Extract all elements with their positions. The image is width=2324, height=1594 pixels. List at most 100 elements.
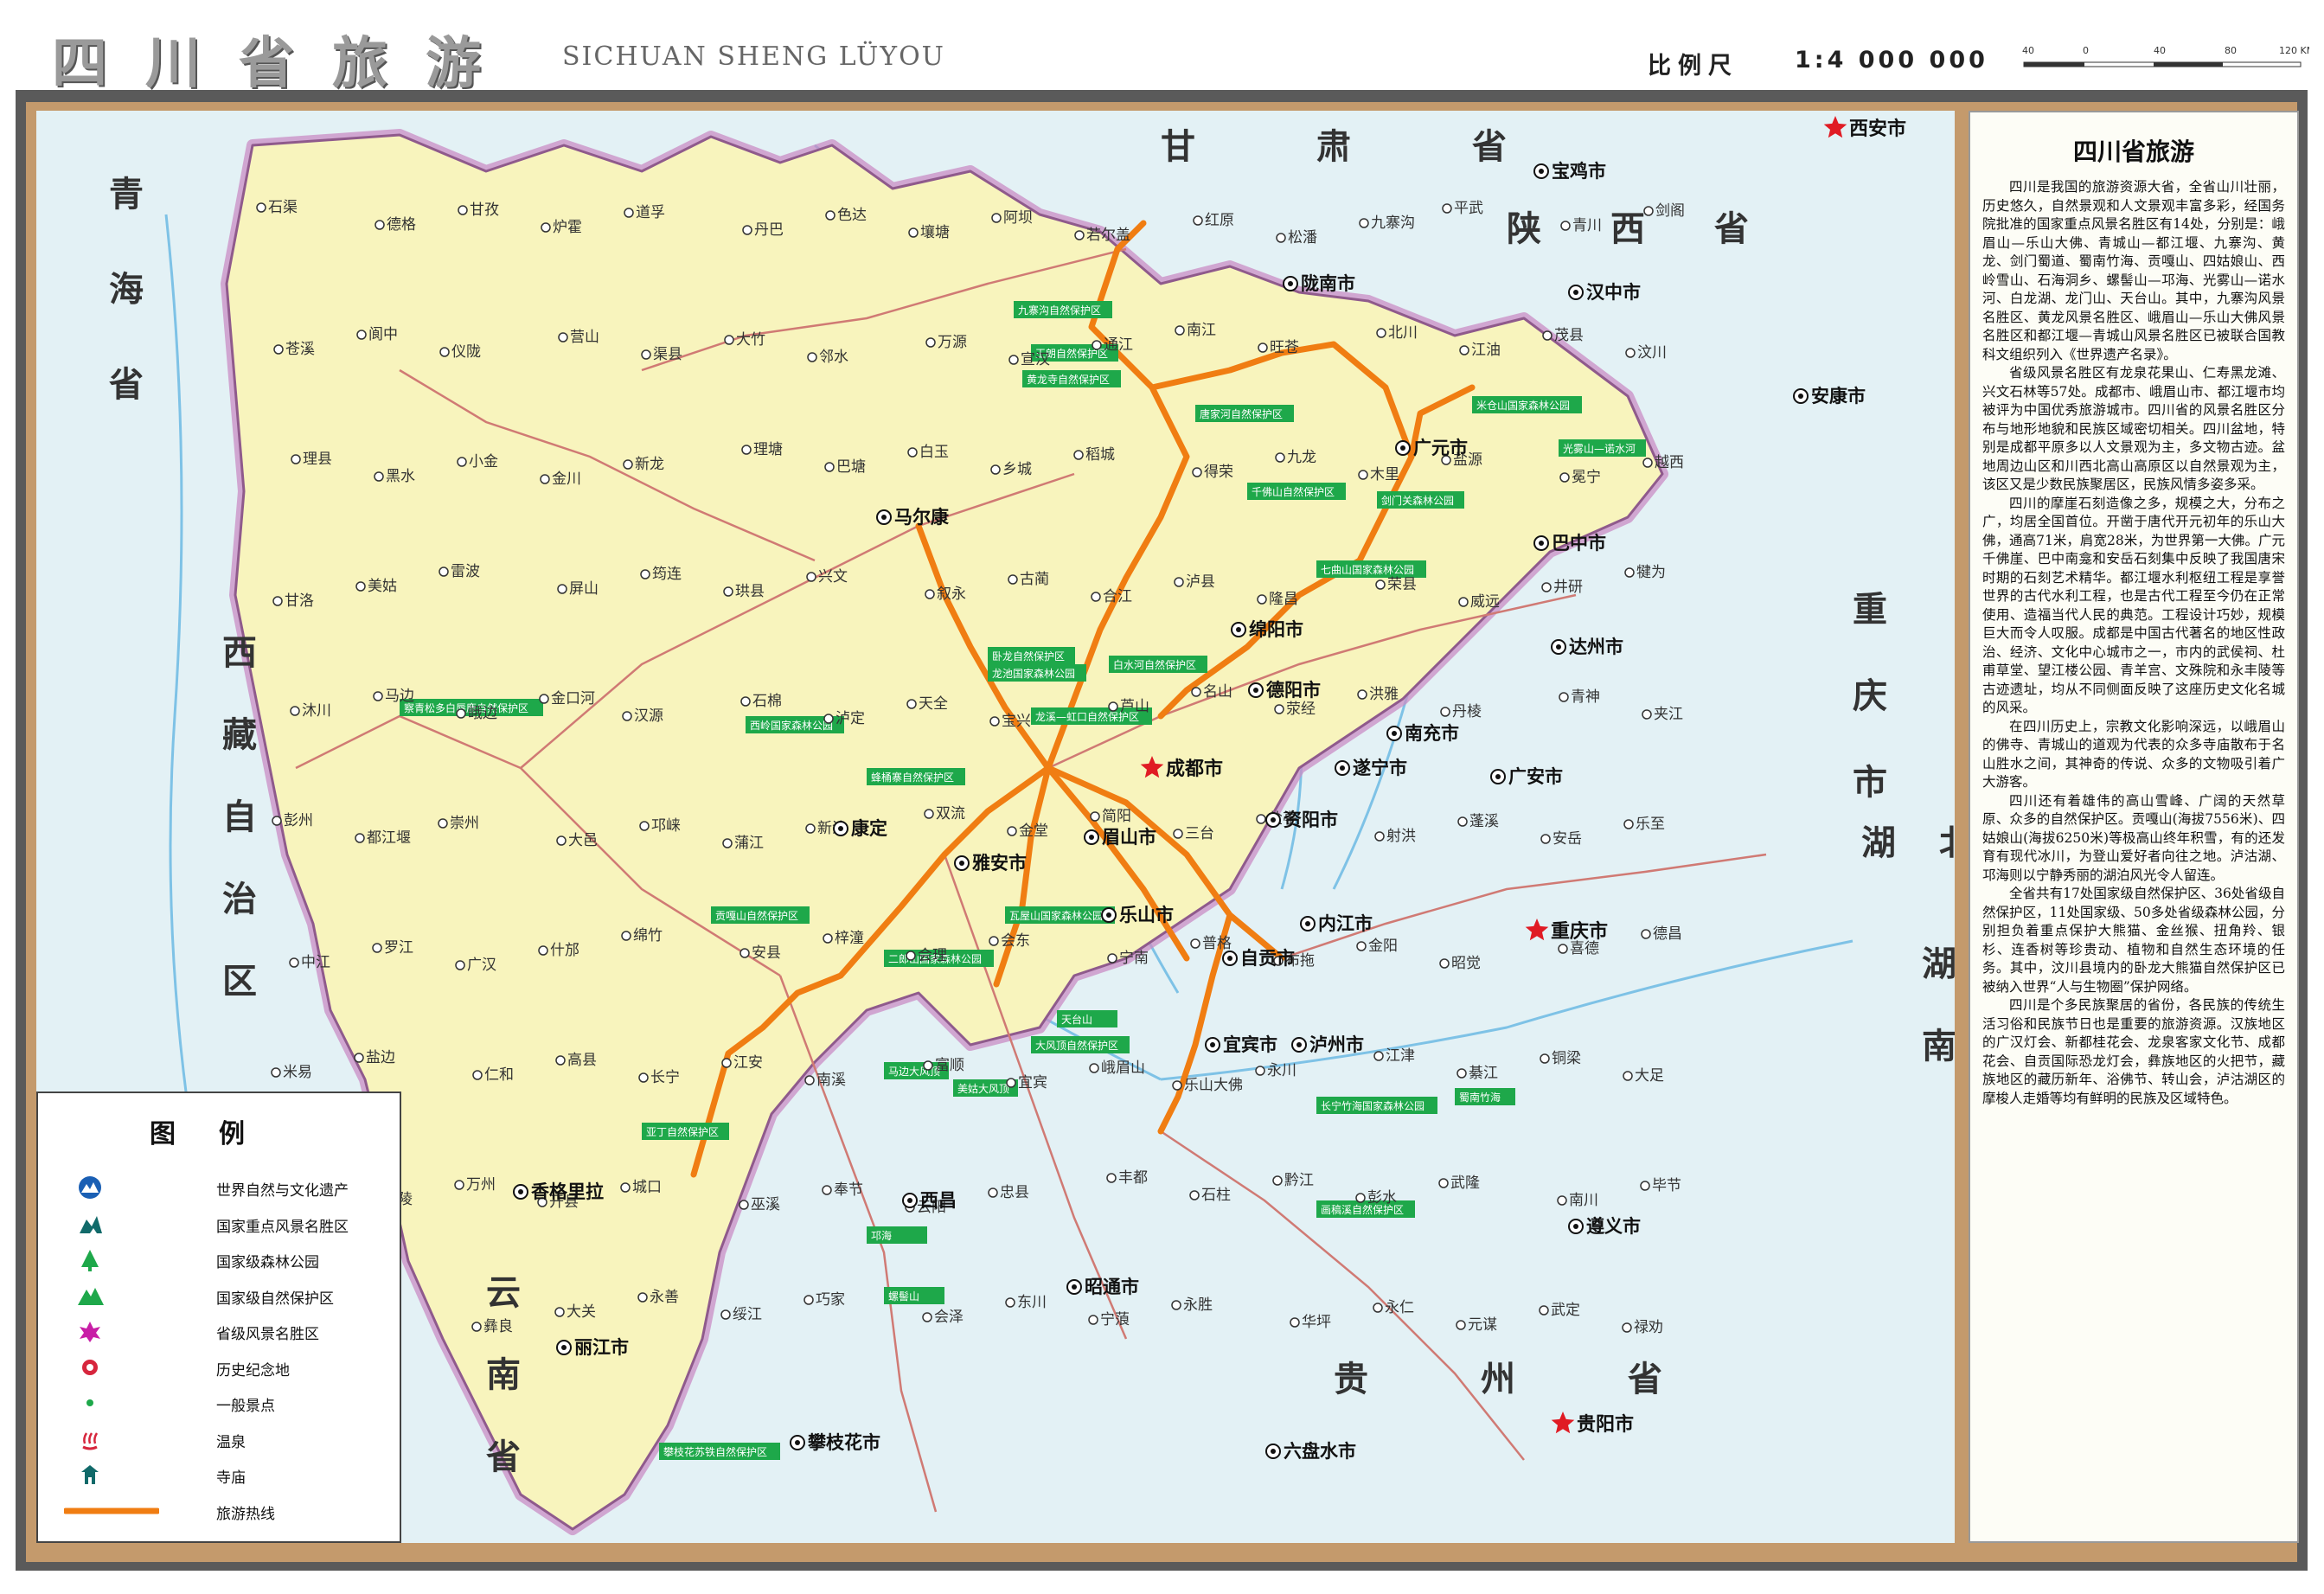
reserve-label[interactable]: 黄龙寺自然保护区 (1027, 373, 1110, 386)
place-label[interactable]: 江津 (1386, 1047, 1415, 1065)
city-label[interactable]: 安康市 (1811, 386, 1866, 407)
reserve-label[interactable]: 长宁竹海国家森林公园 (1321, 1099, 1424, 1112)
place-label[interactable]: 安县 (752, 944, 781, 962)
city-label[interactable]: 丽江市 (574, 1337, 629, 1358)
place-label[interactable]: 北川 (1388, 324, 1418, 342)
place-label[interactable]: 绵竹 (633, 927, 663, 944)
place-label[interactable]: 巧家 (816, 1291, 845, 1309)
place-label[interactable]: 什邡 (550, 942, 579, 959)
place-label[interactable]: 三台 (1185, 825, 1214, 842)
place-label[interactable]: 荥经 (1286, 701, 1316, 718)
place-label[interactable]: 名山 (1203, 683, 1232, 701)
place-label[interactable]: 彝良 (483, 1318, 513, 1335)
reserve-label[interactable]: 美姑大风顶 (957, 1083, 1009, 1095)
city-label[interactable]: 广元市 (1413, 438, 1468, 458)
place-label[interactable]: 元谋 (1468, 1316, 1497, 1334)
place-label[interactable]: 南江 (1187, 322, 1216, 339)
place-label[interactable]: 冕宁 (1572, 469, 1601, 486)
place-label[interactable]: 石渠 (268, 199, 298, 216)
place-label[interactable]: 綦江 (1469, 1065, 1498, 1082)
place-label[interactable]: 金堂 (1019, 823, 1048, 840)
place-label[interactable]: 宝兴 (1002, 713, 1031, 730)
place-label[interactable]: 平武 (1454, 200, 1483, 217)
place-label[interactable]: 永川 (1267, 1062, 1296, 1079)
place-label[interactable]: 丹巴 (754, 221, 784, 239)
place-label[interactable]: 青川 (1572, 217, 1602, 234)
place-label[interactable]: 蒲江 (734, 835, 764, 852)
place-label[interactable]: 道孚 (636, 204, 665, 221)
place-label[interactable]: 铜梁 (1552, 1050, 1581, 1067)
place-label[interactable]: 甘孜 (470, 202, 499, 219)
place-label[interactable]: 昭觉 (1451, 955, 1481, 972)
place-label[interactable]: 南川 (1569, 1192, 1598, 1209)
place-label[interactable]: 剑阁 (1655, 202, 1685, 220)
city-label[interactable]: 宜宾市 (1223, 1034, 1277, 1055)
place-label[interactable]: 壤塘 (920, 223, 950, 241)
city-label[interactable]: 绵阳市 (1249, 619, 1303, 640)
place-label[interactable]: 丹棱 (1452, 703, 1482, 720)
place-label[interactable]: 黔江 (1284, 1172, 1314, 1189)
place-label[interactable]: 梓潼 (835, 930, 864, 947)
city-label[interactable]: 资阳市 (1284, 810, 1338, 830)
city-label[interactable]: 西昌 (920, 1190, 957, 1211)
reserve-label[interactable]: 七曲山国家森林公园 (1321, 563, 1414, 576)
place-label[interactable]: 江安 (733, 1054, 763, 1072)
city-label[interactable]: 巴中市 (1552, 533, 1606, 554)
city-label[interactable]: 昭通市 (1085, 1277, 1139, 1297)
reserve-label[interactable]: 攀枝花苏铁自然保护区 (663, 1445, 767, 1458)
place-label[interactable]: 筠连 (652, 566, 682, 583)
place-label[interactable]: 会东 (1001, 932, 1030, 950)
place-label[interactable]: 珙县 (735, 583, 765, 600)
city-label[interactable]: 宝鸡市 (1552, 161, 1606, 182)
city-label[interactable]: 香格里拉 (531, 1181, 604, 1202)
place-label[interactable]: 马边 (385, 688, 414, 705)
reserve-label[interactable]: 剑门关森林公园 (1381, 494, 1454, 507)
place-label[interactable]: 巴塘 (836, 458, 866, 476)
place-label[interactable]: 叙永 (937, 586, 966, 603)
city-label[interactable]: 陇南市 (1301, 273, 1355, 294)
place-label[interactable]: 宁南 (1119, 950, 1149, 967)
place-label[interactable]: 永仁 (1385, 1299, 1414, 1316)
place-label[interactable]: 永善 (650, 1289, 679, 1306)
place-label[interactable]: 万源 (938, 334, 967, 351)
place-label[interactable]: 中江 (301, 954, 330, 971)
place-label[interactable]: 美姑 (368, 578, 397, 595)
reserve-label[interactable]: 察青松多白唇鹿自然保护区 (404, 701, 528, 714)
place-label[interactable]: 射洪 (1386, 828, 1416, 845)
place-label[interactable]: 犍为 (1636, 564, 1666, 581)
place-label[interactable]: 双流 (936, 805, 965, 823)
place-label[interactable]: 永胜 (1183, 1296, 1213, 1314)
place-label[interactable]: 富顺 (935, 1057, 964, 1074)
place-label[interactable]: 兴文 (818, 568, 848, 586)
capital-label[interactable]: 成都市 (1166, 758, 1223, 780)
place-label[interactable]: 安岳 (1553, 830, 1582, 848)
place-label[interactable]: 阿坝 (1003, 209, 1033, 227)
reserve-label[interactable]: 千佛山自然保护区 (1252, 485, 1335, 498)
place-label[interactable]: 稻城 (1085, 446, 1115, 464)
capital-label[interactable]: 重庆市 (1551, 920, 1608, 943)
place-label[interactable]: 理县 (303, 451, 332, 468)
place-label[interactable]: 古蔺 (1020, 571, 1049, 588)
reserve-label[interactable]: 九寨沟自然保护区 (1018, 304, 1101, 317)
place-label[interactable]: 禄劝 (1634, 1319, 1663, 1336)
place-label[interactable]: 阆中 (368, 326, 398, 343)
place-label[interactable]: 黑水 (386, 468, 415, 485)
place-label[interactable]: 色达 (837, 207, 867, 224)
place-label[interactable]: 忠县 (1000, 1184, 1029, 1201)
place-label[interactable]: 屏山 (569, 580, 599, 598)
place-label[interactable]: 崇州 (450, 815, 479, 832)
place-label[interactable]: 威远 (1470, 593, 1500, 611)
place-label[interactable]: 简阳 (1102, 808, 1131, 825)
place-label[interactable]: 洪雅 (1369, 686, 1399, 703)
city-label[interactable]: 康定 (851, 818, 887, 839)
place-label[interactable]: 荣县 (1387, 576, 1417, 593)
city-label[interactable]: 内江市 (1318, 913, 1373, 934)
city-label[interactable]: 马尔康 (894, 507, 950, 528)
place-label[interactable]: 沐川 (302, 702, 331, 720)
place-label[interactable]: 罗江 (384, 939, 413, 957)
city-label[interactable]: 泸州市 (1309, 1034, 1364, 1055)
place-label[interactable]: 甘洛 (285, 592, 314, 610)
place-label[interactable]: 长宁 (650, 1069, 680, 1086)
place-label[interactable]: 理塘 (753, 441, 783, 458)
place-label[interactable]: 城口 (632, 1179, 662, 1196)
